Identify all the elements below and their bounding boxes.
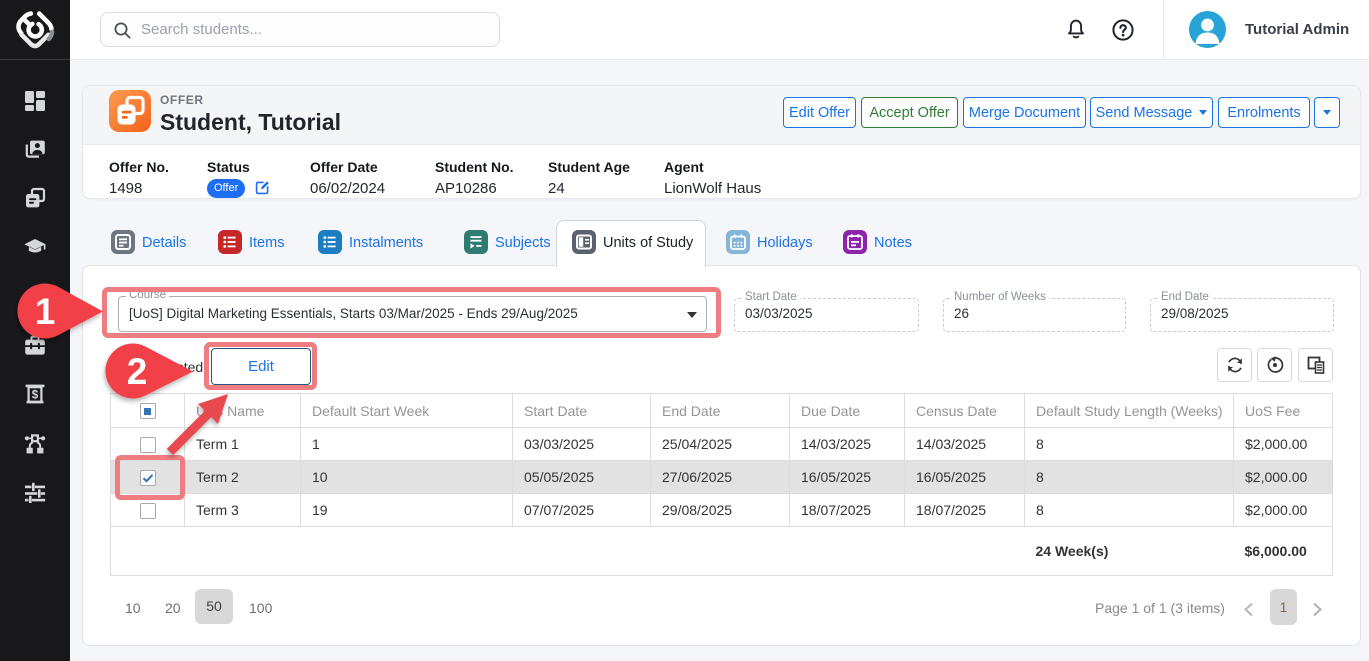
svg-text:$: $ xyxy=(32,389,39,401)
